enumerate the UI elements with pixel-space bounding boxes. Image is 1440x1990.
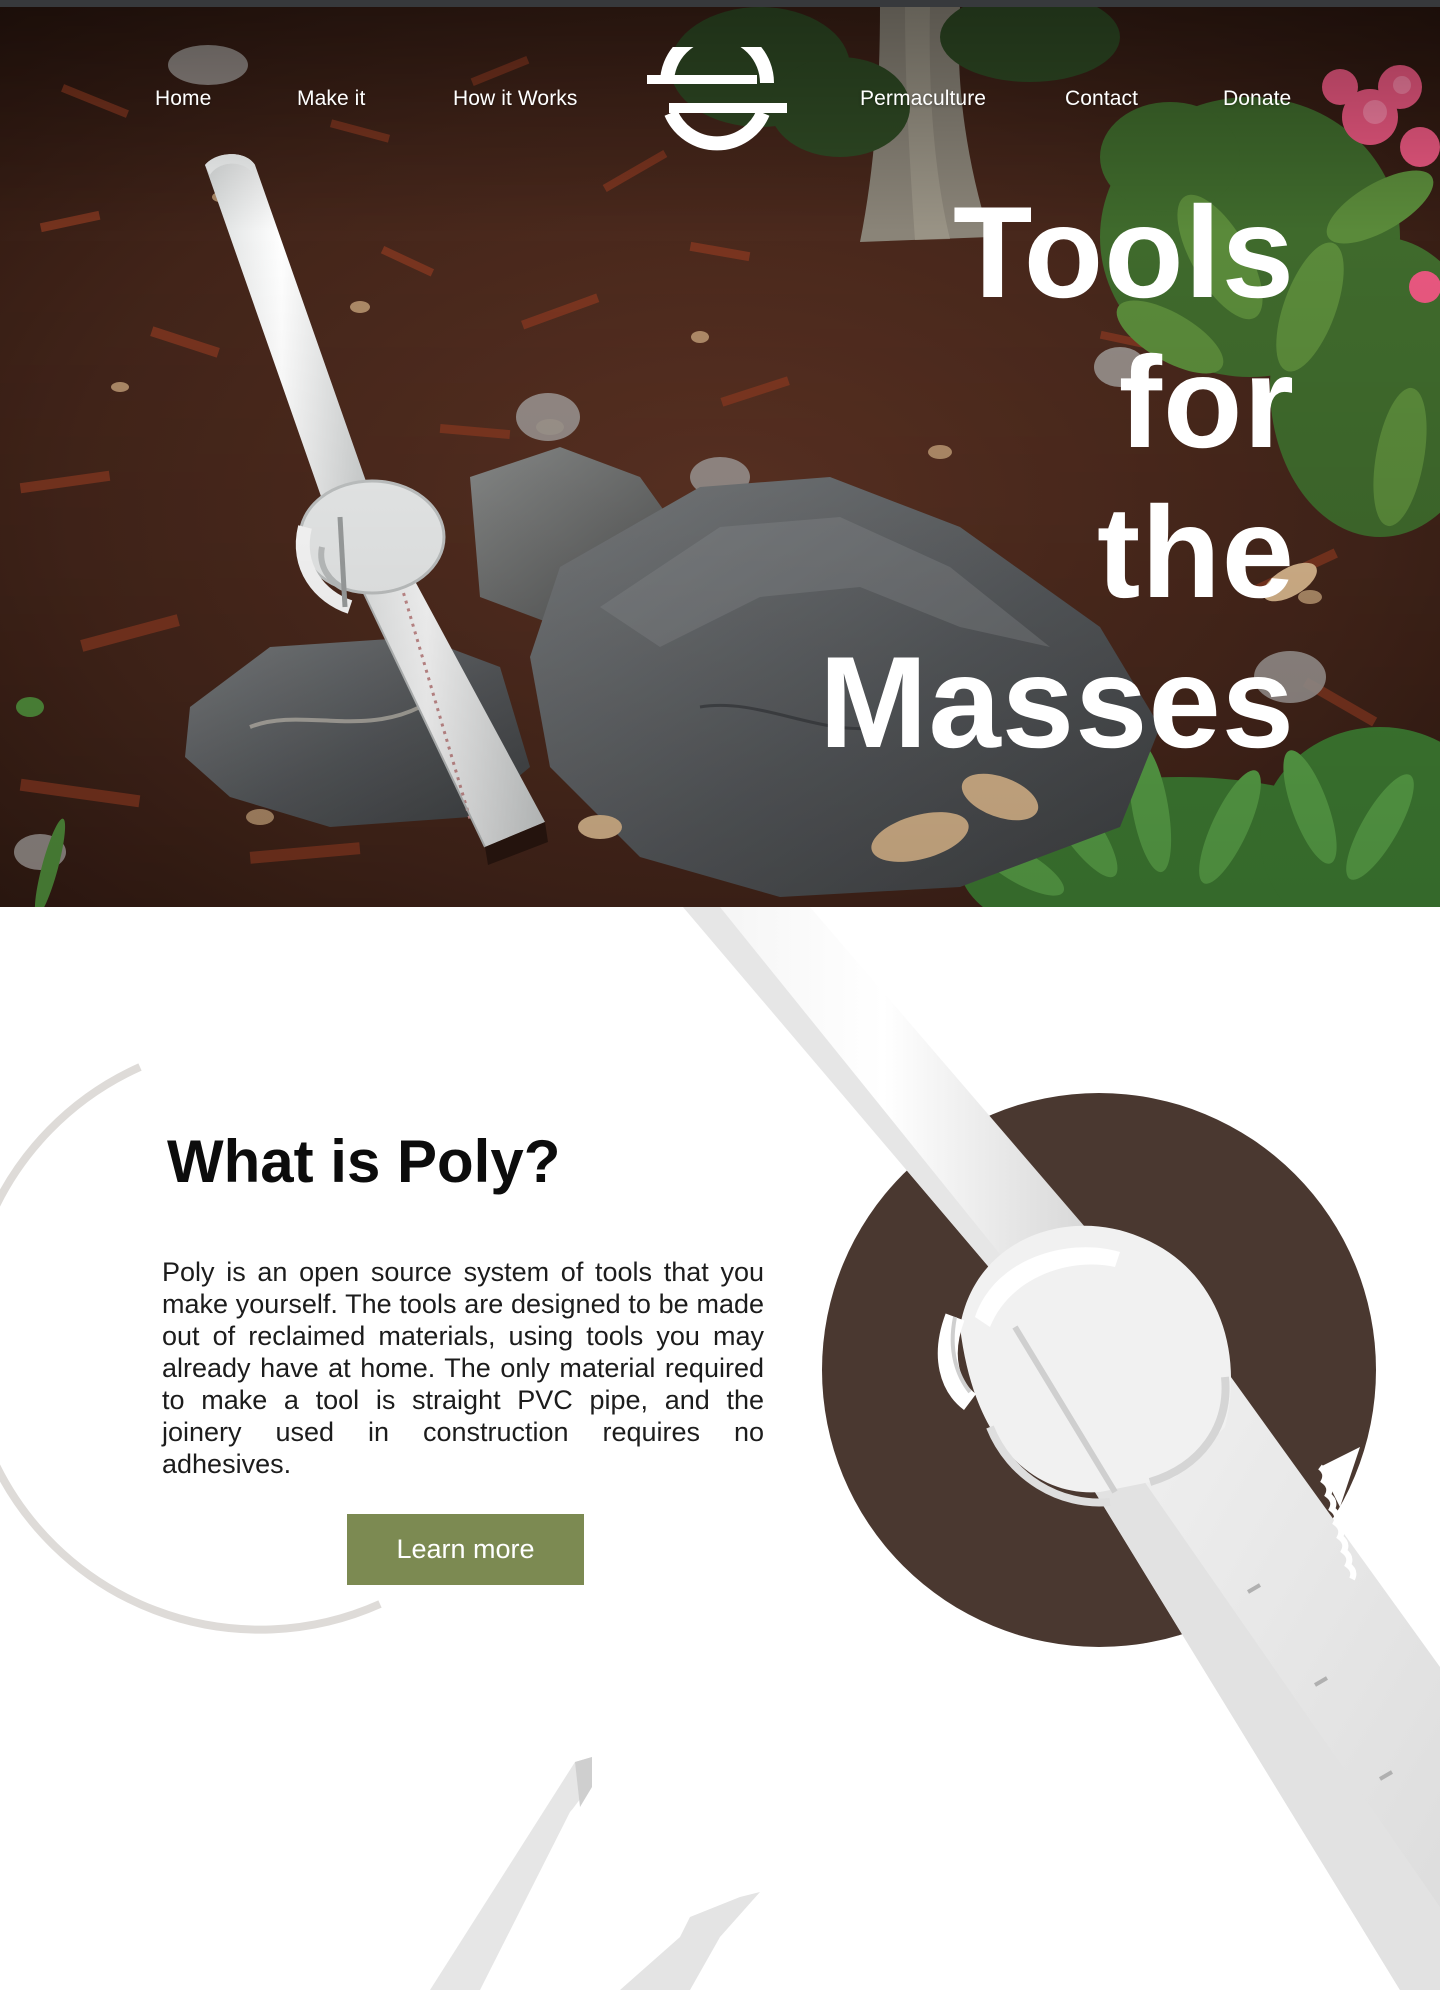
hero-headline-line: the xyxy=(1097,479,1295,625)
nav-make-it-link[interactable]: Make it xyxy=(297,86,365,112)
hero-headline-line: Tools xyxy=(953,179,1295,325)
nav-permaculture-link[interactable]: Permaculture xyxy=(860,86,986,112)
browser-top-bar xyxy=(0,0,1440,7)
hero-headline: Tools for the Masses xyxy=(819,177,1295,777)
about-title: What is Poly? xyxy=(167,1128,561,1195)
hero-section: Home Make it How it Works Permaculture C… xyxy=(0,7,1440,907)
poly-logo-icon[interactable] xyxy=(647,47,787,155)
main-nav: Home Make it How it Works Permaculture C… xyxy=(0,7,1440,187)
hero-headline-line: for xyxy=(1118,329,1295,475)
about-section: What is Poly? Poly is an open source sys… xyxy=(0,907,1440,1990)
nav-home-link[interactable]: Home xyxy=(155,86,211,112)
nav-donate-link[interactable]: Donate xyxy=(1223,86,1291,112)
learn-more-button[interactable]: Learn more xyxy=(347,1514,584,1585)
nav-contact-link[interactable]: Contact xyxy=(1065,86,1138,112)
about-description: Poly is an open source system of tools t… xyxy=(162,1257,764,1479)
hero-headline-line: Masses xyxy=(819,629,1295,775)
nav-how-it-works-link[interactable]: How it Works xyxy=(453,86,578,112)
